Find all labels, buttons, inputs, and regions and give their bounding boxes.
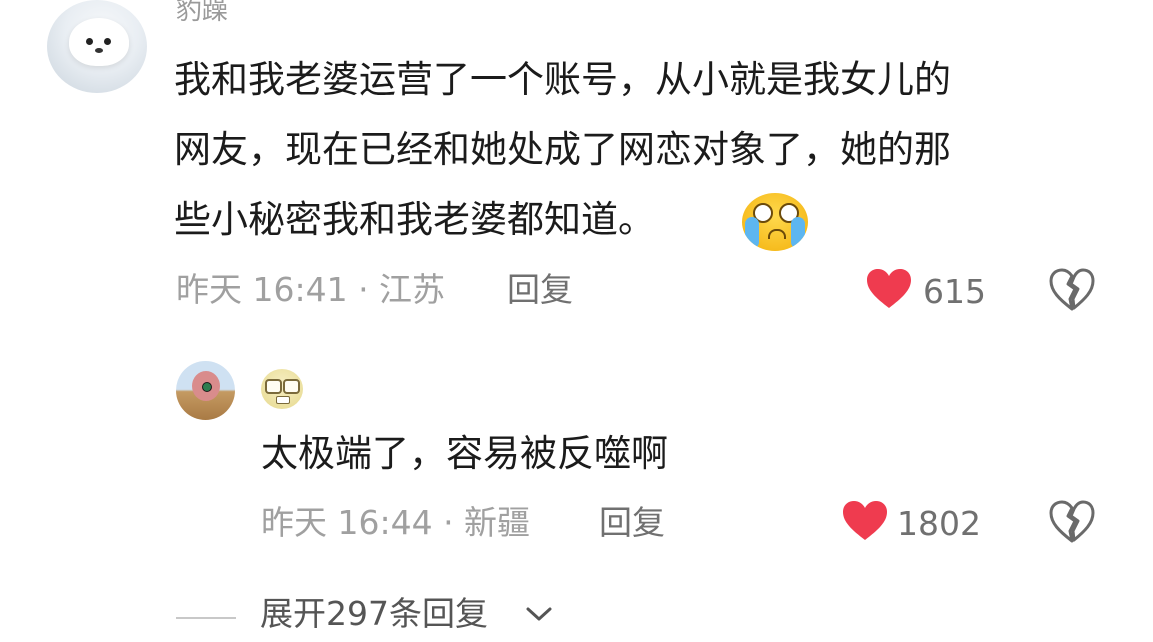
comment-meta: 昨天 16:41 · 江苏 [176, 270, 446, 309]
comment-text-line: 我和我老婆运营了一个账号，从小就是我女儿的 [174, 58, 951, 101]
comment-text-line: 些小秘密我和我老婆都知道。 [174, 198, 655, 241]
reply-avatar[interactable] [176, 361, 235, 420]
seal-nose [95, 48, 103, 53]
chevron-down-icon[interactable] [525, 604, 553, 624]
expand-divider [176, 617, 236, 619]
dislike-broken-heart-icon[interactable] [1049, 500, 1095, 544]
expand-replies-button[interactable]: 展开297条回复 [260, 592, 488, 636]
like-heart-icon[interactable] [842, 500, 888, 542]
reply-meta: 昨天 16:44 · 新疆 [261, 503, 531, 542]
like-heart-icon[interactable] [866, 268, 912, 310]
seal-eye [104, 38, 111, 45]
seal-eye [86, 38, 93, 45]
seal-avatar-image [69, 18, 129, 66]
reply-button[interactable]: 回复 [599, 503, 665, 543]
cry-laugh-emoji-icon [742, 193, 808, 251]
like-count: 615 [923, 272, 986, 311]
dislike-broken-heart-icon[interactable] [1049, 268, 1095, 312]
nerd-face-emoji-icon[interactable] [261, 369, 303, 409]
comment-username[interactable]: 豹躁 [176, 0, 228, 26]
avatar[interactable] [47, 0, 147, 93]
reply-button[interactable]: 回复 [507, 270, 573, 310]
like-count: 1802 [897, 504, 981, 543]
comment-text-line: 网友，现在已经和她处成了网恋对象了，她的那 [174, 128, 951, 171]
avatar-figure [192, 371, 220, 401]
reply-text: 太极端了，容易被反噬啊 [261, 432, 668, 475]
